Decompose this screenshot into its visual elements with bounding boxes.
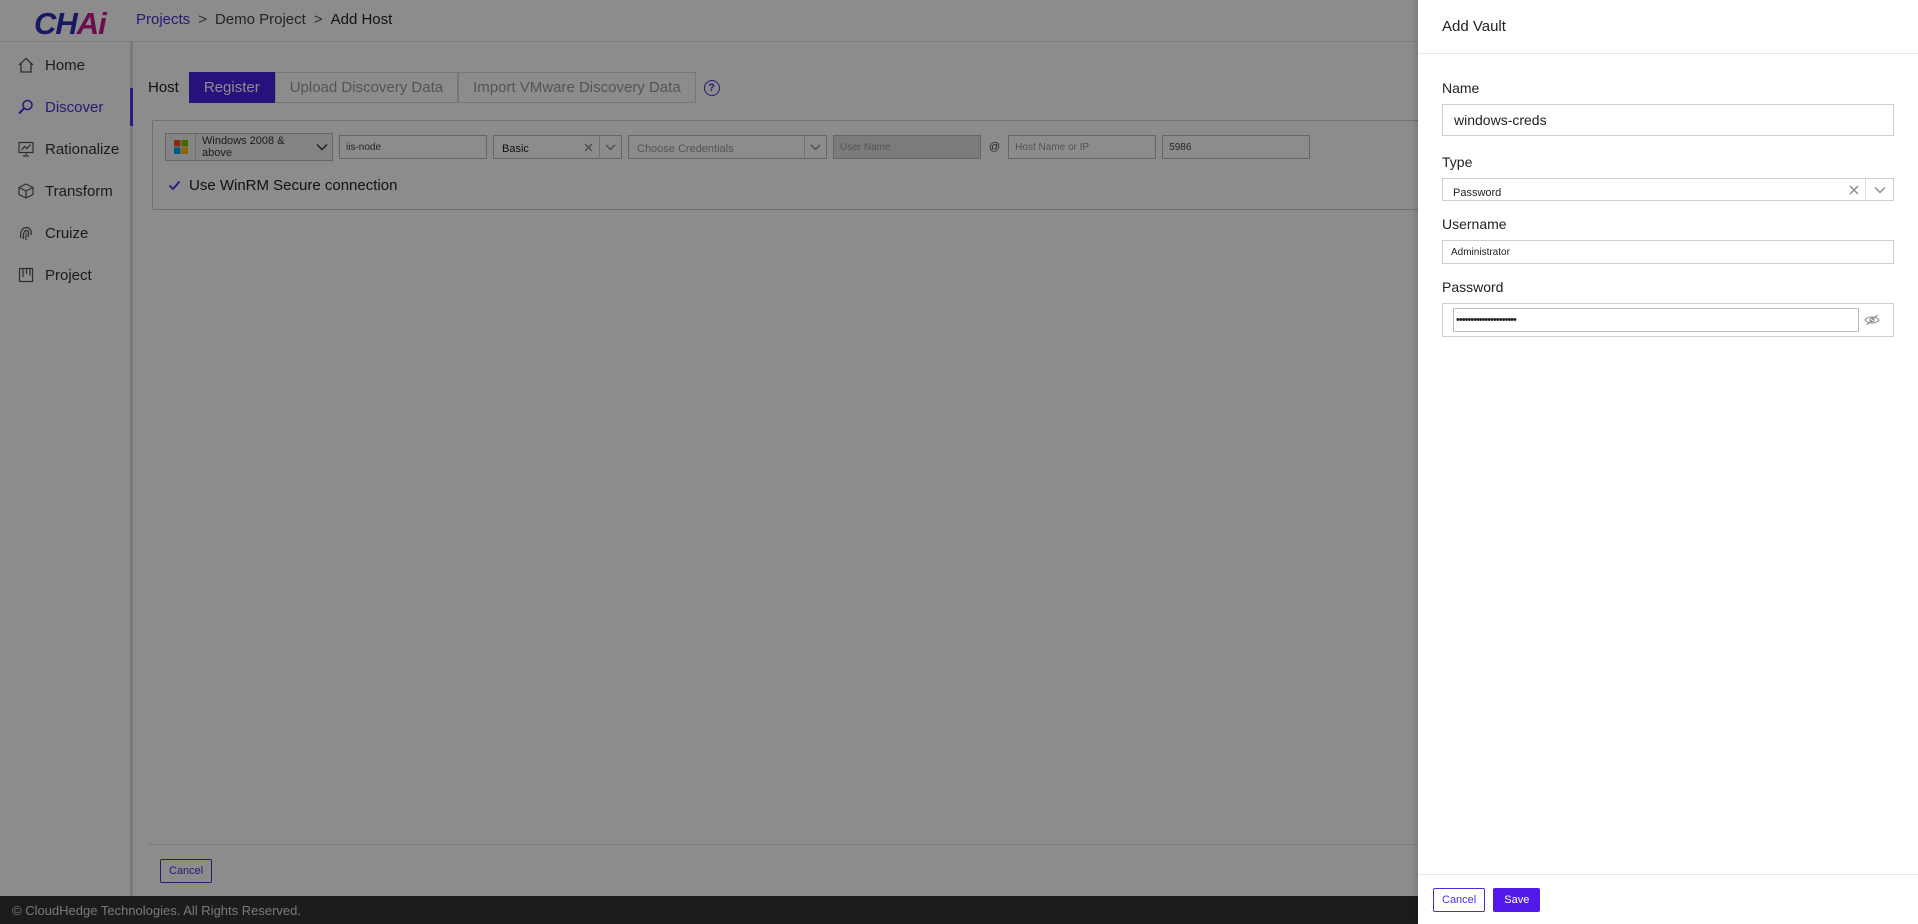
vault-password-input[interactable]: ••••••••••••••••••••• bbox=[1453, 308, 1859, 332]
name-label: Name bbox=[1442, 80, 1480, 96]
vault-name-input[interactable]: windows-creds bbox=[1442, 104, 1894, 136]
drawer-title: Add Vault bbox=[1442, 18, 1506, 35]
add-vault-drawer: Add Vault Name windows-creds Type Passwo… bbox=[1418, 0, 1918, 924]
save-button[interactable]: Save bbox=[1493, 887, 1541, 912]
clear-icon[interactable] bbox=[1843, 185, 1865, 195]
vault-type-select[interactable]: Password bbox=[1442, 178, 1894, 201]
type-label: Type bbox=[1442, 154, 1473, 170]
drawer-header: Add Vault bbox=[1418, 0, 1918, 54]
vault-username-input[interactable]: Administrator bbox=[1442, 240, 1894, 264]
drawer-footer: Cancel Save bbox=[1418, 874, 1918, 924]
password-label: Password bbox=[1442, 279, 1504, 295]
drawer-cancel-button[interactable]: Cancel bbox=[1433, 887, 1486, 912]
vault-type-value: Password bbox=[1453, 186, 1502, 199]
chevron-down-icon[interactable] bbox=[1865, 179, 1893, 200]
username-label: Username bbox=[1442, 216, 1507, 232]
eye-slash-icon[interactable] bbox=[1859, 314, 1885, 326]
drawer-body: Name windows-creds Type Password Usernam… bbox=[1418, 80, 1918, 337]
vault-password-wrapper: ••••••••••••••••••••• bbox=[1442, 303, 1894, 337]
